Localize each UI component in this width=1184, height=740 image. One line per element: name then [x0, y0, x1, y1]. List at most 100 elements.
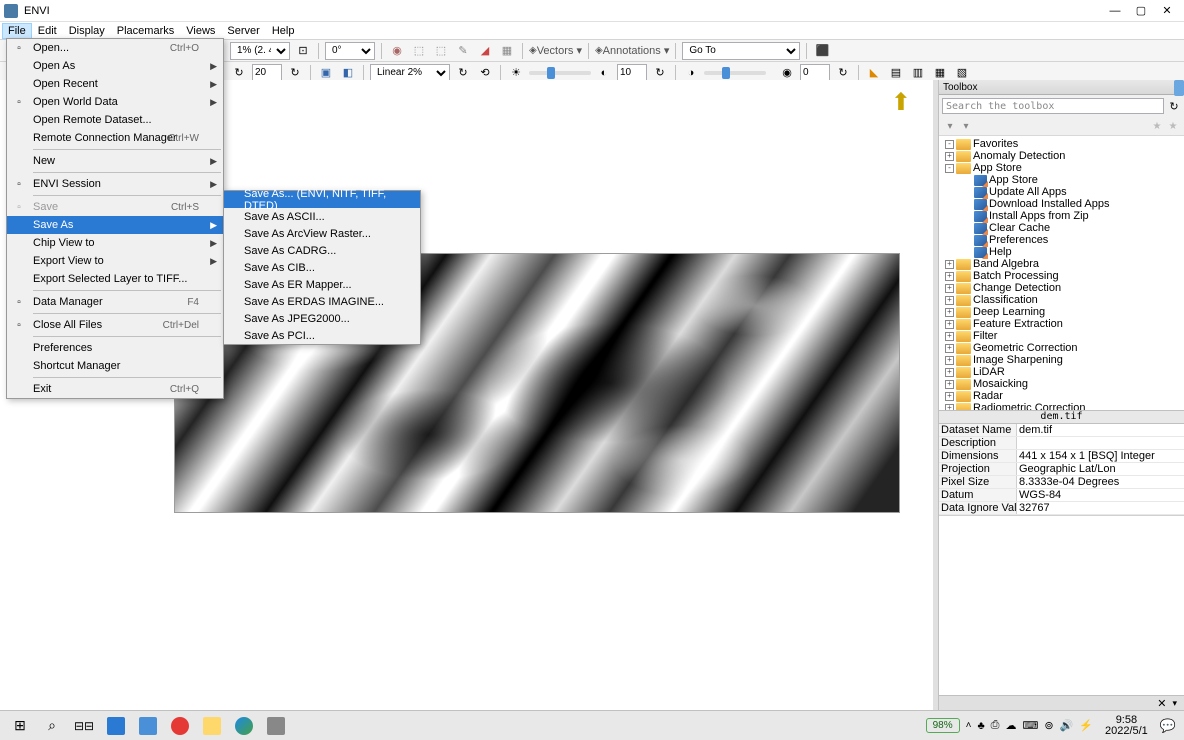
tray-icon[interactable]: ⌨	[1022, 719, 1038, 732]
grid-icon[interactable]: ▤	[887, 64, 905, 82]
close-button[interactable]: ✕	[1154, 2, 1180, 20]
collapse-icon[interactable]: ▾	[943, 119, 957, 133]
menu-item[interactable]: Preferences	[7, 339, 223, 357]
refresh-icon[interactable]: ↻	[454, 64, 472, 82]
rotation-select[interactable]: 0°	[325, 42, 375, 60]
menu-item[interactable]: Open Recent▶	[7, 75, 223, 93]
taskbar-app[interactable]	[164, 713, 196, 739]
chevron-up-icon[interactable]: ˄	[966, 720, 972, 731]
menu-item[interactable]: ▫Open World Data▶	[7, 93, 223, 111]
menu-item[interactable]: ▫SaveCtrl+S	[7, 198, 223, 216]
tool-icon[interactable]: ⬚	[432, 42, 450, 60]
tray-icon[interactable]: ⎙	[991, 719, 1000, 732]
layer-icon[interactable]: ◧	[339, 64, 357, 82]
contrast-icon[interactable]: ◐	[595, 64, 613, 82]
tree-toggle-icon[interactable]: +	[945, 356, 954, 365]
tree-node[interactable]: Install Apps from Zip	[941, 210, 1182, 222]
grid-icon[interactable]: ▧	[953, 64, 971, 82]
tree-node[interactable]: +Anomaly Detection	[941, 150, 1182, 162]
tree-toggle-icon[interactable]: +	[945, 344, 954, 353]
tree-toggle-icon[interactable]: -	[945, 140, 954, 149]
tree-toggle-icon[interactable]: +	[945, 380, 954, 389]
taskbar-app[interactable]	[196, 713, 228, 739]
submenu-item[interactable]: Save As CIB...	[224, 259, 420, 276]
taskbar-app[interactable]	[260, 713, 292, 739]
menu-item[interactable]: ▫Open...Ctrl+O	[7, 39, 223, 57]
menu-item[interactable]: ▫Close All FilesCtrl+Del	[7, 316, 223, 334]
tree-node[interactable]: +Band Algebra	[941, 258, 1182, 270]
tree-node[interactable]: Preferences	[941, 234, 1182, 246]
menu-item[interactable]: Export View to▶	[7, 252, 223, 270]
tool-icon[interactable]: ◉	[388, 42, 406, 60]
brightness-icon[interactable]: ☀	[507, 64, 525, 82]
tree-node[interactable]: +Radiometric Correction	[941, 402, 1182, 410]
menu-item[interactable]: Remote Connection ManagerCtrl+W	[7, 129, 223, 147]
menu-help[interactable]: Help	[266, 23, 301, 39]
tool-icon[interactable]: ✎	[454, 42, 472, 60]
close-icon[interactable]: ▾	[1169, 698, 1180, 709]
tree-node[interactable]: +Feature Extraction	[941, 318, 1182, 330]
toolbox-search-input[interactable]	[942, 98, 1164, 114]
tree-toggle-icon[interactable]: +	[945, 332, 954, 341]
submenu-item[interactable]: Save As ERDAS IMAGINE...	[224, 293, 420, 310]
close-icon[interactable]: ✕	[1154, 697, 1169, 710]
tree-node[interactable]: +Mosaicking	[941, 378, 1182, 390]
value-input-1[interactable]	[252, 64, 282, 82]
tree-toggle-icon[interactable]: +	[945, 296, 954, 305]
menu-item[interactable]: Chip View to▶	[7, 234, 223, 252]
submenu-item[interactable]: Save As... (ENVI, NITF, TIFF, DTED)	[224, 191, 420, 208]
tray-icon[interactable]: ☁	[1005, 719, 1016, 732]
reset-icon[interactable]: ⟲	[476, 64, 494, 82]
tool-icon[interactable]: ⬚	[410, 42, 428, 60]
menu-edit[interactable]: Edit	[32, 23, 63, 39]
minimize-button[interactable]: —	[1102, 2, 1128, 20]
tree-toggle-icon[interactable]: +	[945, 320, 954, 329]
measure-icon[interactable]: ◣	[865, 64, 883, 82]
tree-node[interactable]: +Geometric Correction	[941, 342, 1182, 354]
value-input-2[interactable]	[617, 64, 647, 82]
tree-toggle-icon[interactable]: +	[945, 272, 954, 281]
grid-icon[interactable]: ▥	[909, 64, 927, 82]
menu-item[interactable]: Save As▶	[7, 216, 223, 234]
value-input-3[interactable]	[800, 64, 830, 82]
grid-icon[interactable]: ▦	[931, 64, 949, 82]
tree-node[interactable]: -App Store	[941, 162, 1182, 174]
menu-item[interactable]: New▶	[7, 152, 223, 170]
expand-icon[interactable]: ▾	[959, 119, 973, 133]
maximize-button[interactable]: ▢	[1128, 2, 1154, 20]
notification-icon[interactable]: 💬	[1160, 718, 1176, 734]
tree-toggle-icon[interactable]: -	[945, 164, 954, 173]
submenu-item[interactable]: Save As JPEG2000...	[224, 310, 420, 327]
menu-item[interactable]: Open As▶	[7, 57, 223, 75]
submenu-item[interactable]: Save As ASCII...	[224, 208, 420, 225]
tree-toggle-icon[interactable]: +	[945, 392, 954, 401]
stop-icon[interactable]: ⬛	[813, 42, 831, 60]
start-button[interactable]: ⊞	[4, 713, 36, 739]
menu-item[interactable]: Open Remote Dataset...	[7, 111, 223, 129]
volume-icon[interactable]: 🔊	[1060, 719, 1074, 732]
goto-select[interactable]: Go To	[682, 42, 800, 60]
tree-node[interactable]: Update All Apps	[941, 186, 1182, 198]
vectors-dropdown[interactable]: ◈ Vectors ▾	[529, 42, 582, 60]
tree-toggle-icon[interactable]: +	[945, 260, 954, 269]
menu-placemarks[interactable]: Placemarks	[111, 23, 180, 39]
refresh-icon[interactable]: ↻	[834, 64, 852, 82]
stretch-select[interactable]: Linear 2%	[370, 64, 450, 82]
annotations-dropdown[interactable]: ◈ Annotations ▾	[595, 42, 669, 60]
tree-node[interactable]: +LiDAR	[941, 366, 1182, 378]
tree-node[interactable]: +Image Sharpening	[941, 354, 1182, 366]
tool-icon[interactable]: ◢	[476, 42, 494, 60]
tree-node[interactable]: Help	[941, 246, 1182, 258]
tree-toggle-icon[interactable]: +	[945, 404, 954, 411]
menu-server[interactable]: Server	[221, 23, 265, 39]
submenu-item[interactable]: Save As CADRG...	[224, 242, 420, 259]
tree-node[interactable]: +Classification	[941, 294, 1182, 306]
tree-toggle-icon[interactable]: +	[945, 284, 954, 293]
taskbar-app[interactable]	[132, 713, 164, 739]
tool-icon[interactable]: ▦	[498, 42, 516, 60]
tree-node[interactable]: +Batch Processing	[941, 270, 1182, 282]
refresh-icon[interactable]: ↻	[230, 64, 248, 82]
tree-toggle-icon[interactable]: +	[945, 152, 954, 161]
menu-item[interactable]: Shortcut Manager	[7, 357, 223, 375]
taskbar-app[interactable]	[100, 713, 132, 739]
